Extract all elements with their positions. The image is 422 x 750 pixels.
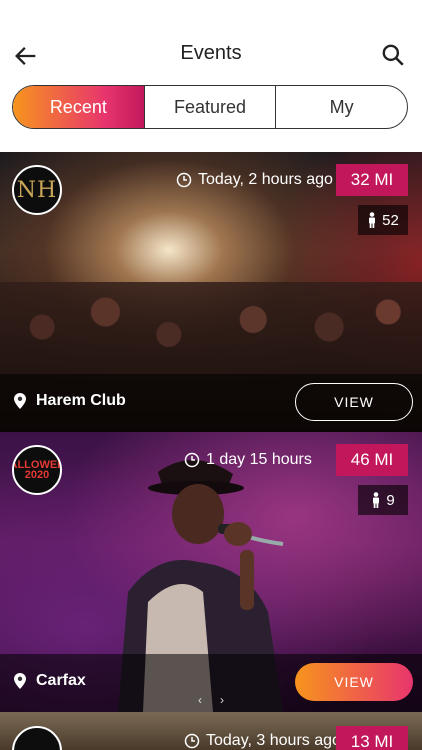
venue-name: Harem Club — [14, 392, 126, 410]
event-card[interactable]: NH Today, 2 hours ago 32 MI 52 Harem Clu… — [0, 152, 422, 432]
app-header: Events — [0, 0, 422, 80]
venue-logo: NH — [12, 165, 62, 215]
distance-badge: 46 MI — [336, 444, 408, 476]
event-footer: Harem Club VIEW — [0, 374, 422, 432]
person-icon — [369, 212, 376, 228]
event-time: Today, 3 hours ago — [184, 732, 341, 750]
clock-icon — [184, 733, 200, 749]
event-card[interactable]: HALLOWEEN 2020 1 day 15 hours 46 MI 9 Ca… — [0, 432, 422, 712]
person-icon — [373, 492, 380, 508]
event-time: 1 day 15 hours — [184, 451, 312, 469]
distance-badge: 13 MI — [336, 726, 408, 750]
carousel-arrows[interactable]: ‹› — [198, 693, 242, 707]
venue-logo — [12, 726, 62, 750]
clock-icon — [176, 172, 192, 188]
tab-featured[interactable]: Featured — [143, 86, 277, 128]
venue-logo: HALLOWEEN 2020 — [12, 445, 62, 495]
carousel-prev-icon[interactable]: ‹ — [198, 693, 220, 707]
tab-my[interactable]: My — [276, 86, 407, 128]
carousel-next-icon[interactable]: › — [220, 693, 242, 707]
page-title: Events — [180, 42, 242, 64]
search-icon[interactable] — [380, 42, 406, 68]
event-card[interactable]: Today, 3 hours ago 13 MI — [0, 712, 422, 750]
clock-icon — [184, 452, 200, 468]
venue-name: Carfax — [14, 672, 86, 690]
location-pin-icon — [14, 673, 26, 689]
distance-badge: 32 MI — [336, 164, 408, 196]
event-time: Today, 2 hours ago — [176, 171, 333, 189]
attendees-badge: 52 — [358, 205, 408, 235]
location-pin-icon — [14, 393, 26, 409]
view-button[interactable]: VIEW — [295, 383, 413, 421]
event-filter-tabs: Recent Featured My — [12, 85, 408, 129]
view-button[interactable]: VIEW — [295, 663, 413, 701]
tab-recent[interactable]: Recent — [13, 86, 144, 128]
attendees-badge: 9 — [358, 485, 408, 515]
